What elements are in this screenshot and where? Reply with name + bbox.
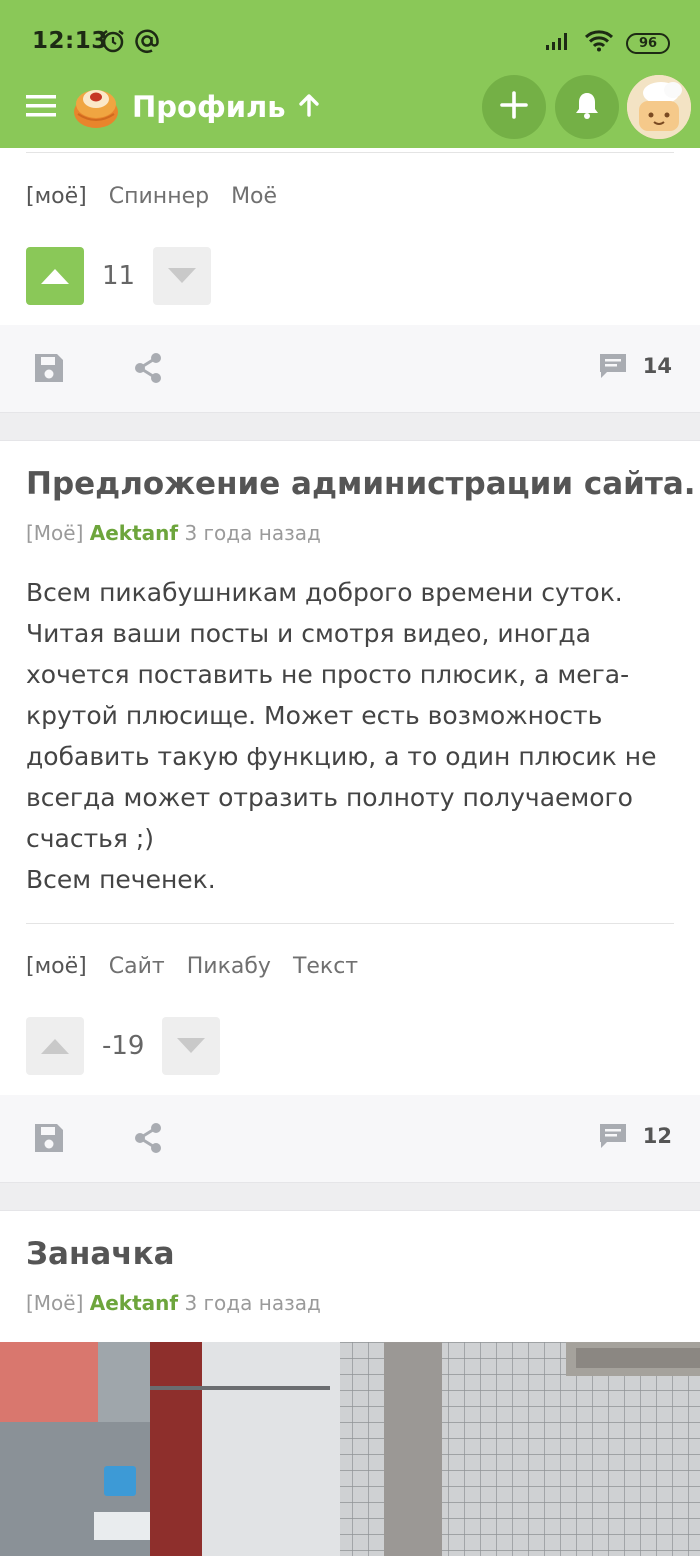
page-title-text: Профиль xyxy=(132,90,286,124)
post-community[interactable]: [Моё] xyxy=(26,1291,83,1315)
post-body-line: крутой плюсище. Может есть возможность xyxy=(26,701,603,730)
tag[interactable]: Текст xyxy=(293,954,358,979)
share-icon[interactable] xyxy=(132,1121,164,1159)
tag[interactable]: Пикабу xyxy=(187,954,271,979)
tag[interactable]: Спиннер xyxy=(109,184,209,209)
post-time: 3 года назад xyxy=(184,1291,321,1315)
downvote-button[interactable] xyxy=(162,1017,221,1075)
post-meta: [Моё] Aektanf 3 года назад xyxy=(26,521,321,545)
post1-rating: 11 xyxy=(26,247,212,305)
comments-button[interactable]: 14 xyxy=(597,351,672,381)
post-body-line: всегда может отразить полноту получаемог… xyxy=(26,783,633,812)
app-bar: 12:13 96 Профиль xyxy=(0,0,700,148)
post-body-line: Всем пикабушникам доброго времени суток. xyxy=(26,578,623,607)
post-body-line: Всем печенек. xyxy=(26,865,216,894)
upvote-arrow-icon xyxy=(41,1039,69,1054)
tag[interactable]: Моё xyxy=(231,184,277,209)
post-title[interactable]: Заначка xyxy=(26,1236,175,1272)
post-community[interactable]: [Моё] xyxy=(26,521,83,545)
post2-actions: 12 xyxy=(0,1095,700,1183)
signal-icon xyxy=(544,31,572,55)
share-icon[interactable] xyxy=(132,351,164,389)
pikabu-logo-icon[interactable] xyxy=(70,82,122,132)
downvote-button[interactable] xyxy=(153,247,212,305)
post2-rating: -19 xyxy=(26,1017,221,1075)
post-meta: [Моё] Aektanf 3 года назад xyxy=(26,1291,321,1315)
add-post-button[interactable] xyxy=(482,75,546,139)
card-border xyxy=(0,1210,700,1211)
post2-tags: [моё] Сайт Пикабу Текст xyxy=(26,954,358,979)
post-body: Всем пикабушникам доброго времени суток.… xyxy=(26,572,676,900)
downvote-arrow-icon xyxy=(168,268,197,283)
bell-icon xyxy=(573,90,601,124)
post-author[interactable]: Aektanf xyxy=(90,521,178,545)
upvote-button[interactable] xyxy=(26,1017,84,1075)
alarm-icon xyxy=(100,28,126,58)
status-bar: 12:13 96 xyxy=(0,0,700,82)
comments-count: 12 xyxy=(642,1124,672,1148)
plus-icon xyxy=(500,91,528,123)
save-icon[interactable] xyxy=(32,351,66,389)
divider xyxy=(26,923,674,924)
post-body-line: Читая ваши посты и смотря видео, иногда xyxy=(26,619,591,648)
card-border xyxy=(0,440,700,441)
upvote-arrow-icon xyxy=(41,269,69,284)
comments-count: 14 xyxy=(642,354,672,378)
page-title[interactable]: Профиль xyxy=(132,90,320,124)
tag[interactable]: [моё] xyxy=(26,184,87,209)
rating-count: -19 xyxy=(102,1031,145,1061)
status-time: 12:13 xyxy=(32,28,108,54)
avatar[interactable] xyxy=(627,75,691,139)
post-body-line: хочется поставить не просто плюсик, а ме… xyxy=(26,660,630,689)
tag[interactable]: Сайт xyxy=(109,954,165,979)
post-body-line: счастья ;) xyxy=(26,824,155,853)
post-body-line: добавить такую функцию, а то один плюсик… xyxy=(26,742,657,771)
post-author[interactable]: Aektanf xyxy=(90,1291,178,1315)
post1-actions: 14 xyxy=(0,325,700,413)
status-right: 96 xyxy=(544,30,670,56)
comments-button[interactable]: 12 xyxy=(597,1121,672,1151)
tag[interactable]: [моё] xyxy=(26,954,87,979)
post-separator xyxy=(0,1183,700,1210)
hamburger-menu-icon[interactable] xyxy=(26,94,56,120)
wifi-icon xyxy=(584,30,614,56)
post-image[interactable] xyxy=(0,1342,700,1556)
post-separator xyxy=(0,413,700,440)
post-time: 3 года назад xyxy=(184,521,321,545)
arrow-up-icon[interactable] xyxy=(298,90,320,124)
comment-icon xyxy=(599,354,626,378)
comment-icon xyxy=(599,1124,626,1148)
battery-indicator: 96 xyxy=(626,32,670,54)
post1-tags: [моё] Спиннер Моё xyxy=(26,184,277,209)
post-title[interactable]: Предложение администрации сайта. xyxy=(26,466,696,502)
downvote-arrow-icon xyxy=(177,1038,206,1053)
upvote-button[interactable] xyxy=(26,247,84,305)
at-sign-icon xyxy=(134,28,160,58)
notifications-button[interactable] xyxy=(555,75,619,139)
divider xyxy=(26,152,674,153)
street-photo xyxy=(0,1342,700,1556)
save-icon[interactable] xyxy=(32,1121,66,1159)
rating-count: 11 xyxy=(102,261,136,291)
